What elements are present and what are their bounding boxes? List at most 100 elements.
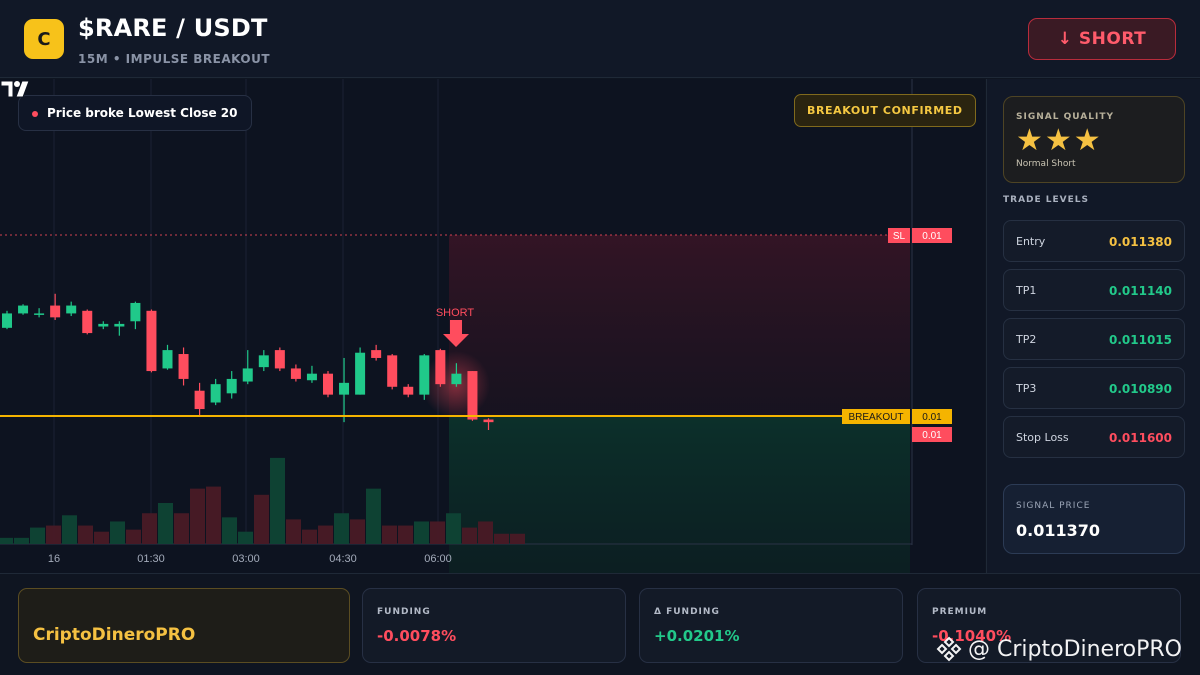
delta-funding-value: +0.0201% [654,627,740,645]
volume-bar [350,519,365,544]
signal-price-card: SIGNAL PRICE 0.011370 [1003,484,1185,554]
trade-level-value: 0.011600 [1108,431,1172,445]
volume-bar [398,525,413,544]
stop-loss-zone [449,235,910,417]
sl-price-value: 0.01 [922,231,942,242]
volume-bar [238,531,253,544]
coin-logo-icon: C [24,19,64,59]
candle-body [371,350,382,358]
candle-body [50,305,61,318]
funding-value: -0.0078% [377,627,457,645]
signal-quality-subtitle: Normal Short [1016,159,1076,169]
trade-level-value: 0.010890 [1108,382,1172,396]
candle-body [339,382,350,395]
volume-bar [366,488,381,544]
short-marker-label: SHORT [436,307,475,319]
trade-level-label: TP1 [1016,284,1037,297]
trade-level-label: Stop Loss [1016,431,1069,444]
candle-body [66,305,77,314]
trade-level-row: TP2 0.011015 [1003,318,1185,360]
top-header: C $RARE / USDT 15M • IMPULSE BREAKOUT ↓ … [0,0,1200,78]
binance-logo-icon [936,636,962,662]
volume-bar [254,494,269,544]
premium-label: PREMIUM [932,607,988,617]
volume-bar [462,527,477,544]
brand-card: CriptoDineroPRO [18,588,350,663]
candle-body [162,350,173,369]
candle-body [210,384,221,403]
volume-bar [206,486,221,544]
candle-body [98,323,109,327]
watermark-text: @ CriptoDineroPRO [968,636,1182,662]
volume-bar [142,513,157,544]
delta-funding-card: Δ FUNDING +0.0201% [639,588,903,663]
pair-title: $RARE / USDT [78,14,268,42]
price-chart[interactable]: SHORT SL 0.01 BREAKOUT 0.01 0.01 16 01:30… [0,79,985,573]
candle-body [130,302,141,322]
volume-bar [478,521,493,544]
x-tick-label: 01:30 [137,553,165,565]
take-profit-zone [449,417,910,573]
candle-body [18,305,29,314]
candle-body [403,386,414,395]
candle-body [258,355,269,368]
volume-bar [446,513,461,544]
volume-bar [30,527,45,544]
volume-bar [334,513,349,544]
trade-level-value: 0.011380 [1108,235,1172,249]
signal-price-label: SIGNAL PRICE [1016,501,1091,511]
brand-name: CriptoDineroPRO [33,625,196,645]
candle-body [387,355,398,387]
candle-body [306,373,317,381]
candle-body [146,310,157,372]
x-tick-label: 06:00 [424,553,452,565]
trade-level-label: TP2 [1016,333,1037,346]
chart-canvas: SHORT SL 0.01 BREAKOUT 0.01 0.01 16 01:30… [0,79,952,573]
x-tick-label: 03:00 [232,553,260,565]
candle-body [242,368,253,382]
volume-bar [174,513,189,544]
volume-bar [510,533,525,544]
candle-body [194,390,205,410]
alert-text: Price broke Lowest Close 20 [47,106,238,120]
trade-level-row: Stop Loss 0.011600 [1003,416,1185,458]
trade-level-row: TP1 0.011140 [1003,269,1185,311]
volume-bar [126,529,141,544]
tradingview-logo-icon[interactable] [0,79,36,99]
candle-body [274,350,285,369]
volume-bar [14,537,29,544]
candle-body [467,371,478,420]
trade-level-row: Entry 0.011380 [1003,220,1185,262]
volume-bar [94,531,109,544]
volume-bar [222,517,237,544]
candle-body [114,323,125,327]
volume-bar [382,525,397,544]
watermark: @ CriptoDineroPRO [936,636,1182,662]
candle-body [419,355,430,395]
volume-bar [158,503,173,544]
timeframe-subtitle: 15M • IMPULSE BREAKOUT [78,52,271,66]
x-tick-label: 16 [48,553,60,565]
sl-price-tag: SL 0.01 [888,228,952,243]
short-button[interactable]: ↓ SHORT [1028,18,1176,60]
footer-bar: CriptoDineroPRO FUNDING -0.0078% Δ FUNDI… [0,573,1200,675]
candle-body [451,373,462,385]
volume-bar [430,521,445,544]
volume-bar [110,521,125,544]
signal-panel: SIGNAL QUALITY ★★★ Normal Short TRADE LE… [986,79,1200,573]
volume-bar [270,457,285,544]
trade-level-label: TP3 [1016,382,1037,395]
signal-quality-title: SIGNAL QUALITY [1016,112,1114,122]
signal-quality-card: SIGNAL QUALITY ★★★ Normal Short [1003,96,1185,183]
trade-level-value: 0.011015 [1108,333,1172,347]
breakout-confirmed-badge: BREAKOUT CONFIRMED [794,94,976,127]
trade-levels-title: TRADE LEVELS [1003,195,1089,205]
volume-bar [302,529,317,544]
trade-level-row: TP3 0.010890 [1003,367,1185,409]
volume-bar [414,521,429,544]
volume-bar [494,533,509,544]
volume-bar [46,525,61,544]
signal-price-value: 0.011370 [1016,521,1101,540]
volume-bar [0,537,13,544]
trade-level-label: Entry [1016,235,1046,248]
